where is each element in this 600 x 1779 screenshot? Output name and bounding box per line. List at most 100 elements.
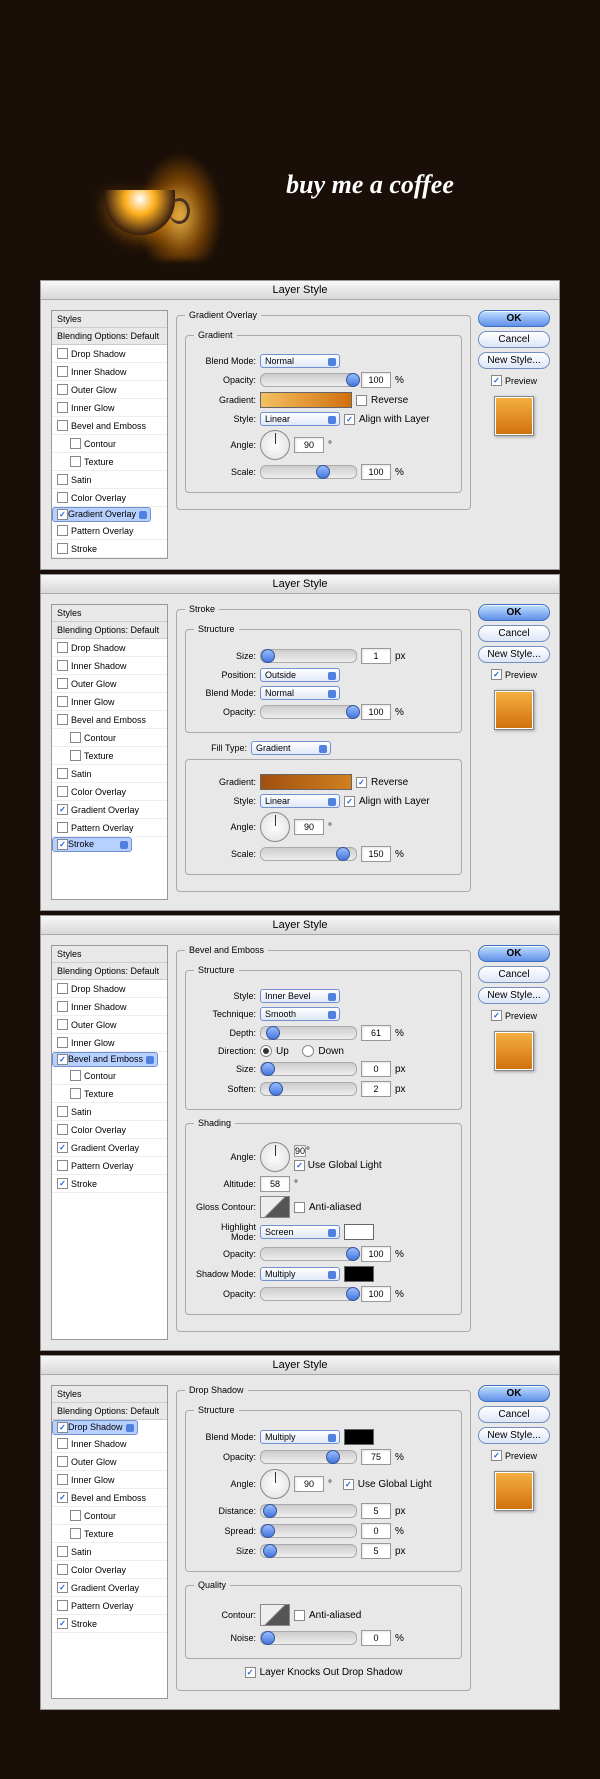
cancel-button[interactable]: Cancel xyxy=(478,331,550,348)
opacity-input[interactable]: 100 xyxy=(361,372,391,388)
checkbox[interactable] xyxy=(57,474,68,485)
sidebar-item-bevel[interactable]: Bevel and Emboss xyxy=(52,417,167,435)
checkbox[interactable] xyxy=(57,402,68,413)
preview-checkbox[interactable] xyxy=(491,1450,502,1461)
size-input[interactable]: 1 xyxy=(361,648,391,664)
depth-input[interactable]: 61 xyxy=(361,1025,391,1041)
new-style-button[interactable]: New Style... xyxy=(478,352,550,369)
preview-checkbox[interactable] xyxy=(491,669,502,680)
angle-input[interactable]: 90 xyxy=(294,819,324,835)
gloss-contour-picker[interactable] xyxy=(260,1196,290,1218)
global-light-checkbox[interactable] xyxy=(294,1160,305,1171)
reverse-checkbox[interactable] xyxy=(356,395,367,406)
new-style-button[interactable]: New Style... xyxy=(478,1427,550,1444)
soften-slider[interactable] xyxy=(260,1082,357,1096)
checkbox[interactable] xyxy=(57,366,68,377)
align-checkbox[interactable] xyxy=(344,414,355,425)
checkbox[interactable] xyxy=(57,384,68,395)
reverse-checkbox[interactable] xyxy=(356,777,367,788)
antialiased-checkbox[interactable] xyxy=(294,1610,305,1621)
ok-button[interactable]: OK xyxy=(478,604,550,621)
sidebar-item-color-overlay[interactable]: Color Overlay xyxy=(52,489,167,507)
noise-slider[interactable] xyxy=(260,1631,357,1645)
soften-input[interactable]: 2 xyxy=(361,1081,391,1097)
highlight-color[interactable] xyxy=(344,1224,374,1240)
sidebar-header[interactable]: Styles xyxy=(52,311,167,328)
shadow-color[interactable] xyxy=(344,1429,374,1445)
shadow-mode-select[interactable]: Multiply xyxy=(260,1267,340,1281)
ok-button[interactable]: OK xyxy=(478,310,550,327)
angle-input[interactable]: 90 xyxy=(294,1145,306,1157)
size-slider[interactable] xyxy=(260,1062,357,1076)
highlight-opacity-slider[interactable] xyxy=(260,1247,357,1261)
altitude-input[interactable]: 58 xyxy=(260,1176,290,1192)
sidebar-item-drop-shadow[interactable]: Drop Shadow xyxy=(52,345,167,363)
sidebar-item-texture[interactable]: Texture xyxy=(52,453,167,471)
knockout-checkbox[interactable] xyxy=(245,1667,256,1678)
size-slider[interactable] xyxy=(260,1544,357,1558)
preview-checkbox[interactable] xyxy=(491,1010,502,1021)
ok-button[interactable]: OK xyxy=(478,945,550,962)
contour-picker[interactable] xyxy=(260,1604,290,1626)
depth-slider[interactable] xyxy=(260,1026,357,1040)
checkbox[interactable] xyxy=(57,420,68,431)
direction-down-radio[interactable] xyxy=(302,1045,314,1057)
new-style-button[interactable]: New Style... xyxy=(478,646,550,663)
checkbox[interactable] xyxy=(57,348,68,359)
sidebar-item-gradient-overlay[interactable]: Gradient Overlay xyxy=(52,507,151,522)
size-slider[interactable] xyxy=(260,649,357,663)
ok-button[interactable]: OK xyxy=(478,1385,550,1402)
preview-checkbox[interactable] xyxy=(491,375,502,386)
sidebar-item-contour[interactable]: Contour xyxy=(52,435,167,453)
angle-input[interactable]: 90 xyxy=(294,1476,324,1492)
blending-options[interactable]: Blending Options: Default xyxy=(52,328,167,345)
blend-mode-select[interactable]: Normal xyxy=(260,686,340,700)
shadow-color[interactable] xyxy=(344,1266,374,1282)
sidebar-item-inner-glow[interactable]: Inner Glow xyxy=(52,399,167,417)
opacity-slider[interactable] xyxy=(260,1450,357,1464)
size-input[interactable]: 5 xyxy=(361,1543,391,1559)
global-light-checkbox[interactable] xyxy=(343,1479,354,1490)
filltype-select[interactable]: Gradient xyxy=(251,741,331,755)
gradient-picker[interactable] xyxy=(260,392,352,408)
shadow-opacity-slider[interactable] xyxy=(260,1287,357,1301)
style-select[interactable]: Linear xyxy=(260,794,340,808)
checkbox[interactable] xyxy=(57,509,68,520)
distance-slider[interactable] xyxy=(260,1504,357,1518)
technique-select[interactable]: Smooth xyxy=(260,1007,340,1021)
antialiased-checkbox[interactable] xyxy=(294,1202,305,1213)
bevel-style-select[interactable]: Inner Bevel xyxy=(260,989,340,1003)
highlight-mode-select[interactable]: Screen xyxy=(260,1225,340,1239)
checkbox[interactable] xyxy=(70,438,81,449)
direction-up-radio[interactable] xyxy=(260,1045,272,1057)
style-select[interactable]: Linear xyxy=(260,412,340,426)
cancel-button[interactable]: Cancel xyxy=(478,625,550,642)
checkbox[interactable] xyxy=(57,492,68,503)
scale-input[interactable]: 150 xyxy=(361,846,391,862)
angle-dial[interactable] xyxy=(260,430,290,460)
noise-input[interactable]: 0 xyxy=(361,1630,391,1646)
cancel-button[interactable]: Cancel xyxy=(478,1406,550,1423)
scale-input[interactable]: 100 xyxy=(361,464,391,480)
sidebar-item-inner-shadow[interactable]: Inner Shadow xyxy=(52,363,167,381)
sidebar-item-satin[interactable]: Satin xyxy=(52,471,167,489)
sidebar-item-outer-glow[interactable]: Outer Glow xyxy=(52,381,167,399)
angle-dial[interactable] xyxy=(260,1142,290,1172)
sidebar-item-pattern-overlay[interactable]: Pattern Overlay xyxy=(52,522,167,540)
distance-input[interactable]: 5 xyxy=(361,1503,391,1519)
size-input[interactable]: 0 xyxy=(361,1061,391,1077)
spread-slider[interactable] xyxy=(260,1524,357,1538)
angle-dial[interactable] xyxy=(260,812,290,842)
checkbox[interactable] xyxy=(57,525,68,536)
scale-slider[interactable] xyxy=(260,465,357,479)
checkbox[interactable] xyxy=(70,456,81,467)
angle-input[interactable]: 90 xyxy=(294,437,324,453)
opacity-slider[interactable] xyxy=(260,705,357,719)
blend-mode-select[interactable]: Multiply xyxy=(260,1430,340,1444)
angle-dial[interactable] xyxy=(260,1469,290,1499)
new-style-button[interactable]: New Style... xyxy=(478,987,550,1004)
position-select[interactable]: Outside xyxy=(260,668,340,682)
spread-input[interactable]: 0 xyxy=(361,1523,391,1539)
sidebar-item-stroke[interactable]: Stroke xyxy=(52,540,167,558)
gradient-picker[interactable] xyxy=(260,774,352,790)
